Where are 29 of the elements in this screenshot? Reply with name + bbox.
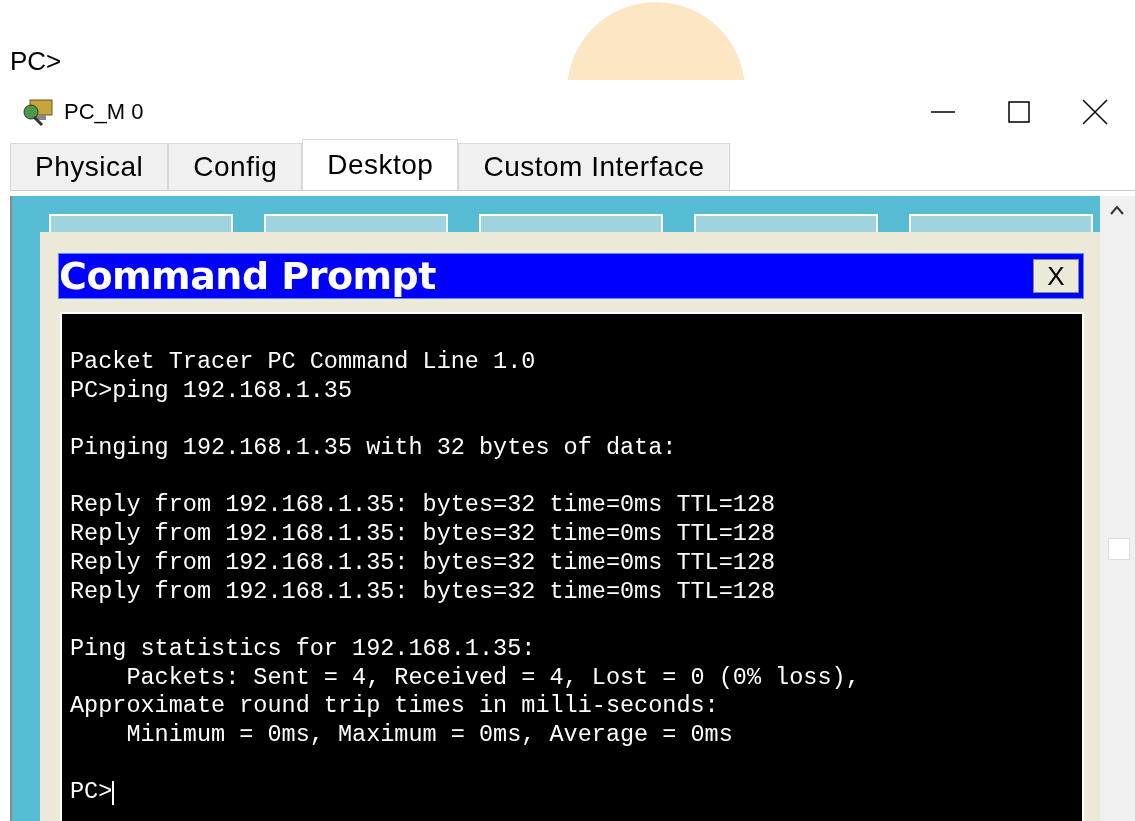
- terminal-line: Ping statistics for 192.168.1.35:: [70, 634, 537, 664]
- terminal-line: PC>ping 192.168.1.35: [70, 376, 354, 406]
- close-button[interactable]: X: [1033, 259, 1079, 293]
- scrollbar[interactable]: [1100, 196, 1135, 821]
- terminal-line: Reply from 192.168.1.35: bytes=32 time=0ms TTL=128: [70, 520, 777, 549]
- terminal-line: Reply from 192.168.1.35: bytes=32 time=0ms TTL=128: [70, 491, 777, 521]
- terminal-line: Packets: Sent = 4, Received = 4, Lost = 0 (0% loss),: [125, 663, 861, 693]
- desktop-app-tile[interactable]: [909, 214, 1093, 232]
- tab[interactable]: Desktop: [302, 139, 459, 190]
- desktop-app-tile[interactable]: [49, 214, 233, 232]
- terminal-line: Pinging 192.168.1.35 with 32 bytes of data:: [70, 434, 678, 463]
- desktop-app-tile[interactable]: [264, 214, 448, 232]
- terminal-line: Reply from 192.168.1.35: bytes=32 time=0ms TTL=128: [70, 577, 777, 607]
- tab[interactable]: Custom Interface: [458, 143, 730, 190]
- text-cursor: [112, 780, 115, 805]
- command-prompt-title: Command Prompt: [59, 254, 436, 298]
- window-title: PC_M 0: [64, 99, 145, 125]
- terminal-prompt: PC>: [70, 778, 113, 807]
- terminal-line: Approximate round trip times in milli-seconds:: [70, 692, 720, 721]
- desktop-app-tile[interactable]: [479, 214, 663, 232]
- tab[interactable]: Physical: [10, 143, 169, 190]
- prompt-text: PC>: [10, 46, 62, 77]
- tab[interactable]: Config: [168, 143, 303, 190]
- terminal-line: Packet Tracer PC Command Line 1.0: [70, 348, 537, 377]
- scroll-thumb[interactable]: [1108, 538, 1130, 560]
- desktop-app-tile[interactable]: [694, 214, 878, 232]
- terminal-line: Minimum = 0ms, Maximum = 0ms, Average = 0ms: [125, 720, 734, 750]
- terminal-line: Reply from 192.168.1.35: bytes=32 time=0ms TTL=128: [70, 548, 777, 578]
- scroll-up-icon[interactable]: [1109, 204, 1125, 216]
